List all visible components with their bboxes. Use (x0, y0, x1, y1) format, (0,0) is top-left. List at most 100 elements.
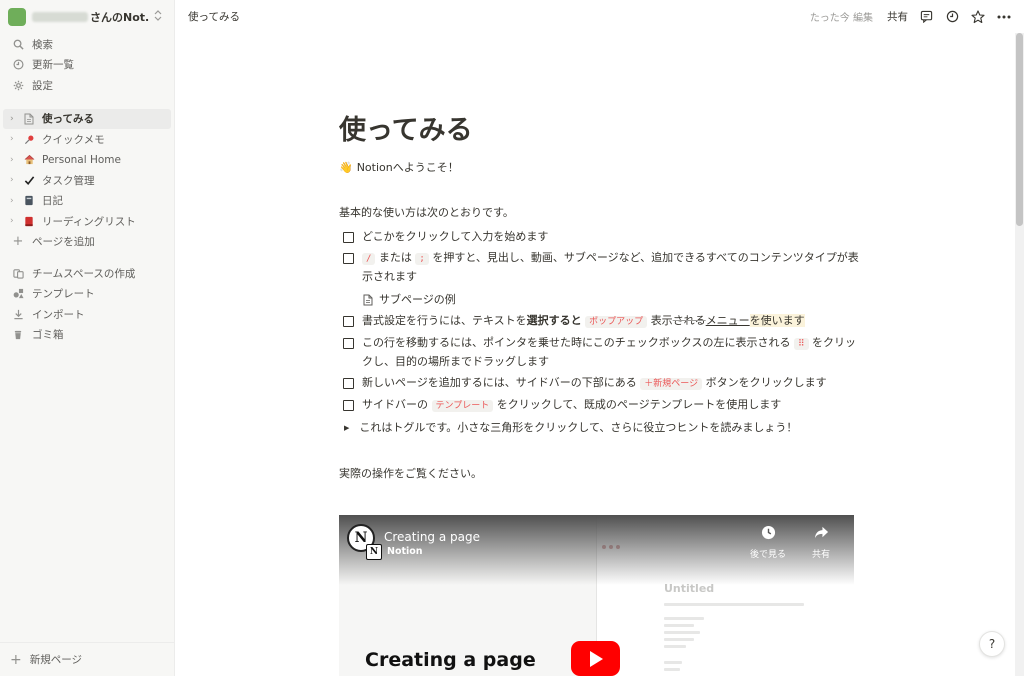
sidebar-item-label: インポート (32, 308, 85, 321)
help-button[interactable]: ? (979, 631, 1005, 657)
welcome-line[interactable]: 👋 Notionへようこそ！ (339, 158, 859, 178)
video-title[interactable]: Creating a page (384, 530, 480, 544)
chevron-right-icon[interactable]: › (10, 175, 19, 185)
toggle-block[interactable]: ▶ これはトグルです。小さな三角形をクリックして、さらに役立つヒントを読みましょ… (339, 419, 859, 437)
welcome-text: Notionへようこそ！ (356, 161, 459, 174)
updown-chevron-icon[interactable] (154, 10, 162, 24)
sidebar-page-label: リーディングリスト (42, 215, 136, 228)
video-embed[interactable]: Untitled N N Creating a page Notion 後で見る… (339, 515, 854, 676)
todo-checkbox[interactable] (343, 232, 354, 243)
toggle-triangle-icon[interactable]: ▶ (344, 419, 349, 437)
mini-line (664, 603, 804, 606)
scrollbar-thumb[interactable] (1016, 33, 1023, 226)
sidebar-page-label: 使ってみる (42, 113, 94, 126)
todo-item: どこかをクリックして入力を始めます (339, 228, 859, 246)
todo-text[interactable]: 新しいページを追加するには、サイドバーの下部にある ＋新規ページ ボタンをクリッ… (362, 374, 859, 393)
inline-code: ポップアップ (585, 316, 648, 328)
mini-line (664, 638, 694, 641)
bold-text: 選択すると (526, 314, 582, 327)
mini-line (664, 645, 686, 648)
sidebar-item-label: テンプレート (32, 288, 95, 301)
page-icon (363, 294, 373, 306)
house-icon (21, 154, 37, 165)
notion-channel-icon[interactable]: N (366, 544, 382, 560)
vertical-scrollbar[interactable] (1015, 33, 1024, 676)
sidebar: さんのNot... 検索 更新一覧 設定 › 使ってみる › クイックメモ (0, 0, 175, 676)
todo-checkbox[interactable] (343, 253, 354, 264)
toggle-text: これはトグルです。小さな三角形をクリックして、さらに役立つヒントを読みましょう！ (359, 421, 798, 434)
sidebar-page-label: タスク管理 (42, 174, 95, 187)
new-page-button[interactable]: + 新規ページ (0, 642, 174, 676)
sidebar-item-create-teamspace[interactable]: チームスペースの作成 (0, 263, 174, 284)
page-title[interactable]: 使ってみる (339, 110, 859, 154)
sidebar-page-diary[interactable]: › 日記 (0, 191, 174, 212)
drag-handle-code: ⠿ (793, 338, 809, 350)
mini-line (664, 631, 700, 634)
inline-code: / (362, 253, 376, 265)
outro-text[interactable]: 実際の操作をご覧ください。 (339, 465, 859, 483)
sidebar-page-task-management[interactable]: › タスク管理 (0, 170, 174, 191)
comment-icon[interactable] (918, 9, 934, 25)
history-icon[interactable] (944, 9, 960, 25)
workspace-switcher[interactable]: さんのNot... (0, 1, 174, 33)
chevron-right-icon[interactable]: › (10, 216, 19, 226)
add-page-button[interactable]: + ページを追加 (0, 232, 174, 253)
plus-icon: + (10, 651, 22, 668)
page-icon (21, 113, 37, 125)
breadcrumb[interactable]: 使ってみる (188, 9, 240, 24)
star-icon[interactable] (970, 9, 986, 25)
sidebar-item-trash[interactable]: ゴミ箱 (0, 325, 174, 346)
intro-text[interactable]: 基本的な使い方は次のとおりです。 (339, 204, 859, 222)
todo-checkbox[interactable] (343, 378, 354, 389)
sidebar-item-settings[interactable]: 設定 (0, 75, 174, 96)
todo-checkbox[interactable] (343, 338, 354, 349)
watch-later-button[interactable]: 後で見る (743, 525, 793, 560)
todo-item: 新しいページを追加するには、サイドバーの下部にある ＋新規ページ ボタンをクリッ… (339, 374, 859, 393)
chevron-right-icon[interactable]: › (10, 114, 19, 124)
todo-text-part: サイドバーの (362, 398, 428, 411)
todo-text[interactable]: この行を移動するには、ポインタを乗せた時にこのチェックボックスの左に表示される … (362, 334, 859, 371)
chevron-right-icon[interactable]: › (10, 196, 19, 206)
trash-icon (10, 329, 26, 340)
todo-item: 書式設定を行うには、テキストを選択すると ポップアップ 表示されるメニューを使い… (339, 312, 859, 331)
sidebar-page-getting-started[interactable]: › 使ってみる (3, 108, 171, 129)
share-button[interactable]: 共有 (887, 9, 908, 24)
sidebar-page-quick-memo[interactable]: › クイックメモ (0, 129, 174, 150)
watch-later-label: 後で見る (749, 550, 786, 560)
play-button[interactable] (571, 641, 620, 676)
todo-text-part: を押すと、見出し、動画、サブページなど、追加できるすべてのコンテンツタイプが表示… (362, 251, 859, 283)
subpage-link[interactable]: サブページの例 (363, 291, 859, 309)
video-share-button[interactable]: 共有 (796, 525, 846, 560)
todo-text[interactable]: 書式設定を行うには、テキストを選択すると ポップアップ 表示されるメニューを使い… (362, 312, 859, 331)
sidebar-item-search[interactable]: 検索 (0, 34, 174, 55)
todo-text[interactable]: どこかをクリックして入力を始めます (362, 228, 859, 246)
todo-text[interactable]: / または ; を押すと、見出し、動画、サブページなど、追加できるすべてのコンテ… (362, 249, 859, 286)
inline-code: ; (415, 253, 429, 265)
sidebar-item-import[interactable]: インポート (0, 304, 174, 325)
todo-text[interactable]: サイドバーの テンプレート をクリックして、既成のページテンプレートを使用します (362, 396, 859, 415)
video-channel[interactable]: Notion (387, 546, 423, 557)
sidebar-item-label: チームスペースの作成 (32, 267, 136, 280)
todo-checkbox[interactable] (343, 316, 354, 327)
mini-line (664, 661, 682, 664)
video-share-label: 共有 (811, 550, 830, 560)
todo-checkbox[interactable] (343, 400, 354, 411)
sidebar-page-reading-list[interactable]: › リーディングリスト (0, 211, 174, 232)
import-icon (10, 309, 26, 320)
sidebar-item-updates[interactable]: 更新一覧 (0, 55, 174, 76)
sidebar-item-label: 更新一覧 (32, 59, 74, 72)
chevron-right-icon[interactable]: › (10, 155, 19, 165)
sidebar-item-label: ゴミ箱 (32, 329, 64, 342)
sidebar-page-label: 日記 (42, 195, 63, 208)
sidebar-item-templates[interactable]: テンプレート (0, 284, 174, 305)
strikethrough-text: される (672, 314, 706, 327)
more-icon[interactable] (996, 9, 1012, 25)
chevron-right-icon[interactable]: › (10, 134, 19, 144)
team-icon (10, 268, 26, 279)
add-page-label: ページを追加 (32, 236, 95, 249)
todo-item: / または ; を押すと、見出し、動画、サブページなど、追加できるすべてのコンテ… (339, 249, 859, 286)
sidebar-page-personal-home[interactable]: › Personal Home (0, 150, 174, 171)
underlined-text: メニュー (705, 314, 750, 327)
plus-icon: + (12, 234, 24, 250)
notebook-icon (21, 195, 37, 206)
